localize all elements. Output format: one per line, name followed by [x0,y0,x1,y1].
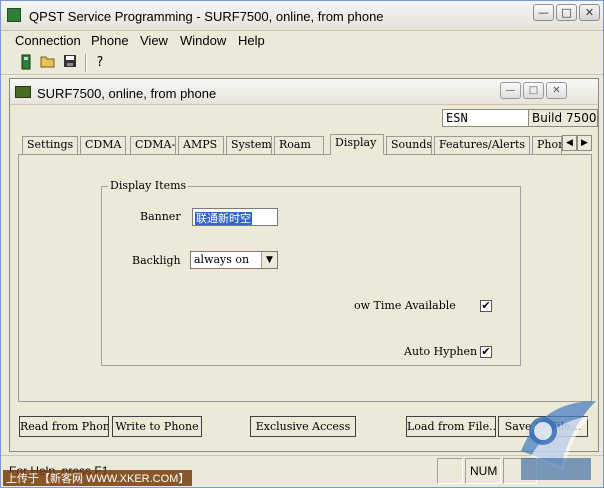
banner-label: Banner [140,210,181,223]
menu-window[interactable]: Window [180,33,226,48]
menu-help[interactable]: Help [238,33,265,48]
banner-value: 联通新时空 [195,212,252,225]
tab-phone[interactable]: Phon [532,136,562,154]
tab-features-alerts[interactable]: Features/Alerts [434,136,530,154]
tab-scroll-right-icon[interactable]: ▶ [577,135,592,151]
auto-hyphen-checkbox[interactable]: ✔ [480,346,492,358]
child-close-button[interactable]: ✕ [546,82,567,99]
device-icon [15,86,31,98]
tab-settings[interactable]: Settings [22,136,78,154]
auto-hyphen-label: Auto Hyphen [404,345,478,358]
tab-amps[interactable]: AMPS [178,136,224,154]
window-title: QPST Service Programming - SURF7500, onl… [29,9,384,24]
child-title-bar[interactable]: SURF7500, online, from phone — □ ✕ [10,79,598,105]
read-from-phone-button[interactable]: Read from Phone [19,416,109,437]
build-field: Build 7500E [528,109,598,127]
help-icon[interactable]: ? [91,54,109,72]
phone-icon[interactable] [17,54,35,72]
title-bar[interactable]: QPST Service Programming - SURF7500, onl… [1,1,603,31]
tab-cdma[interactable]: CDMA [80,136,126,154]
close-button[interactable]: ✕ [579,4,600,21]
child-maximize-button[interactable]: □ [523,82,544,99]
status-cell-blank [437,458,463,484]
save-icon[interactable] [61,54,79,72]
app-icon [7,8,21,22]
esn-field: ESN [442,109,536,127]
num-indicator: NUM [465,458,501,484]
menu-phone[interactable]: Phone [91,33,129,48]
child-title: SURF7500, online, from phone [37,86,217,101]
maximize-button[interactable]: □ [556,4,577,21]
menu-view[interactable]: View [140,33,168,48]
group-label: Display Items [108,179,189,192]
exclusive-access-button[interactable]: Exclusive Access [250,416,356,437]
time-available-label: ow Time Available [354,299,456,312]
display-tab-panel: Display Items Banner 联通新时空 Backligh alwa… [18,154,592,402]
toolbar: ? [1,51,603,75]
toolbar-separator [85,54,87,72]
tab-cdma-2[interactable]: CDMA-2 [130,136,176,154]
minimize-button[interactable]: — [533,4,554,21]
tab-system[interactable]: System [226,136,272,154]
open-folder-icon[interactable] [39,54,57,72]
watermark-text: 上传于【新客网 WWW.XKER.COM】 [3,470,193,486]
watermark-logo [521,401,596,480]
backlight-label: Backligh [132,254,181,267]
menu-connection[interactable]: Connection [15,33,81,48]
tab-scroll-left-icon[interactable]: ◀ [562,135,577,151]
write-to-phone-button[interactable]: Write to Phone [112,416,202,437]
child-minimize-button[interactable]: — [500,82,521,99]
chevron-down-icon[interactable]: ▼ [261,252,277,268]
backlight-select[interactable]: always on ▼ [190,251,278,269]
menu-bar: Connection Phone View Window Help [1,31,603,51]
tab-roam[interactable]: Roam [274,136,324,154]
load-from-file-button[interactable]: Load from File... [406,416,496,437]
tab-sounds[interactable]: Sounds [386,136,432,154]
tab-display[interactable]: Display [330,134,384,155]
main-window: QPST Service Programming - SURF7500, onl… [0,0,604,488]
time-available-checkbox[interactable]: ✔ [480,300,492,312]
backlight-value: always on [194,253,250,266]
display-items-group: Display Items Banner 联通新时空 Backligh alwa… [101,179,521,366]
banner-input[interactable]: 联通新时空 [192,208,278,226]
tab-strip: Settings CDMA CDMA-2 AMPS System Roam Di… [22,134,592,155]
